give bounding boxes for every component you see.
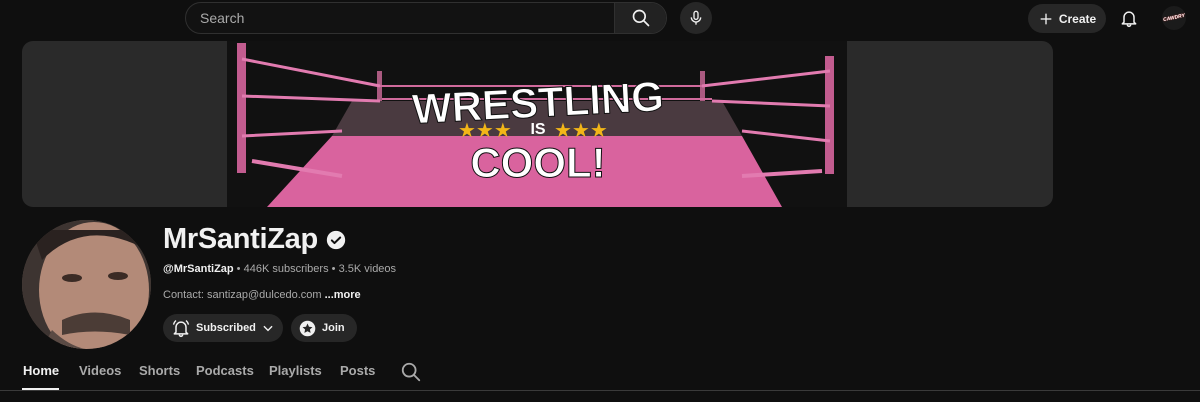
tab-shorts[interactable]: Shorts: [139, 363, 180, 378]
subscribed-button[interactable]: Subscribed: [163, 314, 283, 342]
meta-separator: •: [328, 263, 339, 275]
verified-badge-icon: [326, 230, 346, 249]
channel-handle: @MrSantiZap: [163, 263, 234, 275]
contact-text: Contact: santizap@dulcedo.com: [163, 289, 322, 301]
account-avatar-text: CAWDRY: [1162, 12, 1186, 24]
video-count: 3.5K videos: [338, 263, 397, 275]
channel-name: MrSantiZap: [163, 223, 346, 256]
channel-name-text: MrSantiZap: [163, 223, 318, 255]
channel-search-button[interactable]: [400, 361, 422, 383]
subscriber-count: 446K subscribers: [243, 263, 329, 275]
tab-playlists[interactable]: Playlists: [269, 363, 322, 378]
search-icon: [632, 9, 649, 27]
tab-posts[interactable]: Posts: [340, 363, 375, 378]
create-label: Create: [1058, 11, 1097, 26]
channel-description[interactable]: Contact: santizap@dulcedo.com ...more: [163, 289, 361, 301]
top-bar: Create CAWDRY: [0, 0, 1200, 38]
tab-videos[interactable]: Videos: [79, 363, 121, 378]
channel-meta: @MrSantiZap • 446K subscribers • 3.5K vi…: [163, 263, 396, 275]
tabs-divider: [0, 390, 1200, 391]
bell-icon: [1121, 11, 1137, 28]
bell-icon: [172, 319, 190, 338]
banner-line3: COOL!: [470, 139, 605, 186]
chevron-down-icon: [263, 325, 273, 332]
join-button[interactable]: Join: [291, 314, 357, 342]
more-link[interactable]: ...more: [325, 289, 361, 301]
microphone-icon: [690, 10, 702, 25]
join-label: Join: [322, 322, 345, 334]
banner-line2: IS: [530, 121, 545, 138]
channel-tabs: Home Videos Shorts Podcasts Playlists Po…: [0, 352, 1200, 390]
tab-podcasts[interactable]: Podcasts: [196, 363, 254, 378]
search-box: [185, 2, 667, 34]
star-badge-icon: [299, 320, 316, 336]
search-input[interactable]: [186, 3, 614, 33]
notifications-button[interactable]: [1117, 6, 1141, 30]
tab-home[interactable]: Home: [23, 363, 59, 378]
search-icon: [401, 362, 421, 382]
create-button[interactable]: Create: [1028, 4, 1106, 33]
channel-avatar-image: [22, 220, 151, 349]
channel-avatar[interactable]: [22, 220, 151, 349]
search-button[interactable]: [614, 3, 666, 33]
plus-icon: [1040, 13, 1052, 24]
account-avatar[interactable]: CAWDRY: [1162, 6, 1186, 30]
banner-image: WRESTLING IS ★★★ ★★★ COOL!: [227, 41, 847, 207]
subscribed-label: Subscribed: [196, 322, 256, 334]
voice-search-button[interactable]: [680, 2, 712, 34]
channel-banner: WRESTLING IS ★★★ ★★★ COOL!: [22, 41, 1053, 207]
meta-separator: •: [233, 263, 244, 275]
